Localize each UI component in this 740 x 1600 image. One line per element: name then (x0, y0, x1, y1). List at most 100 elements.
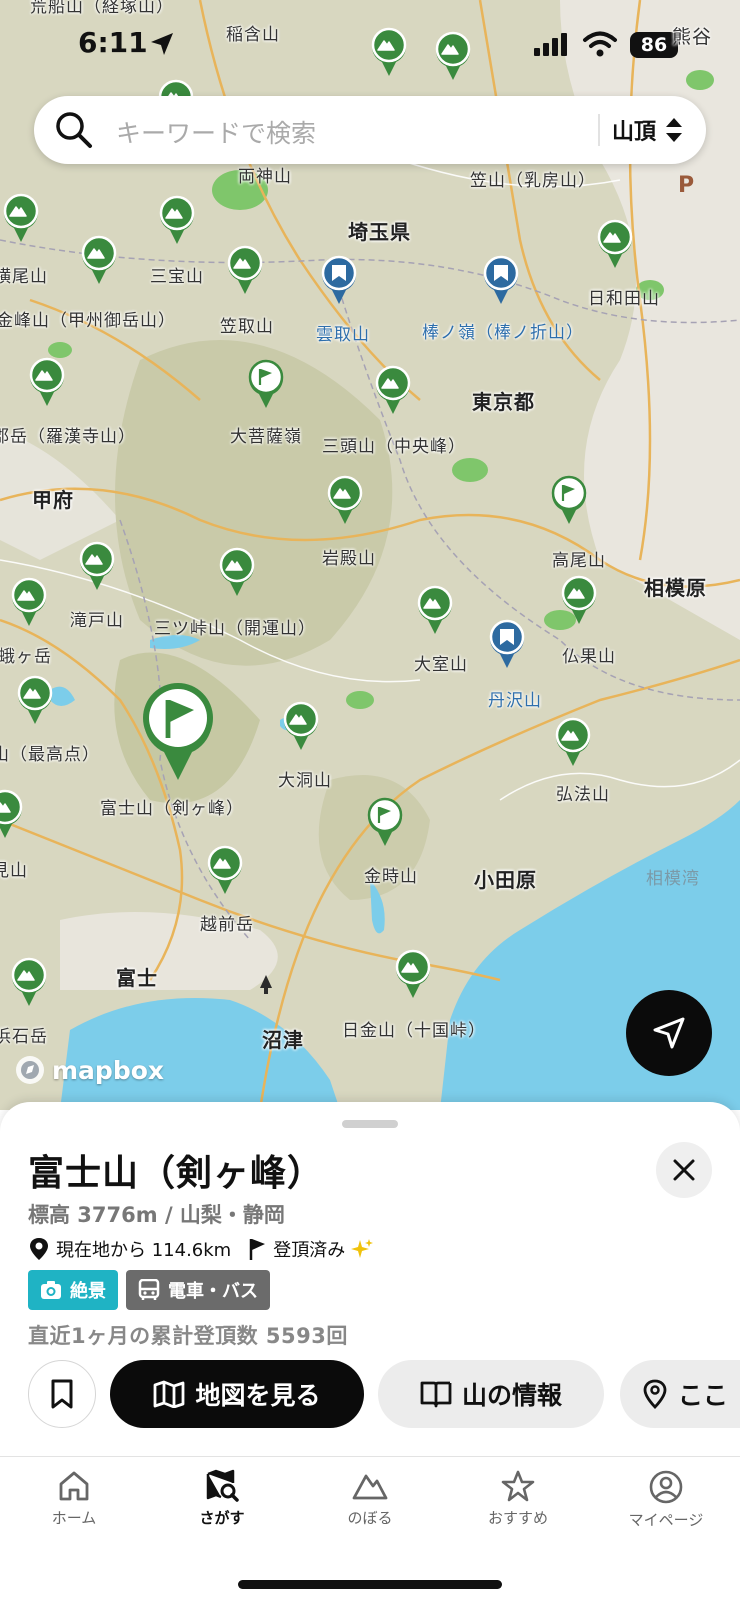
map-icon (154, 1380, 185, 1408)
mountain-pin[interactable] (156, 194, 198, 246)
map-label: 三頭山（中央峰） (322, 437, 466, 457)
mountain-pin[interactable] (552, 716, 594, 768)
search-filter-select[interactable]: 山頂 (612, 114, 656, 146)
bookmark-pin[interactable] (480, 254, 522, 306)
map-label: 浜石岳 (0, 1027, 48, 1047)
summited-flag-pin[interactable] (548, 474, 590, 526)
bookmark-icon (483, 255, 519, 304)
map-label: 大菩薩嶺 (230, 427, 302, 447)
close-button[interactable] (656, 1142, 712, 1198)
mountain-pin[interactable] (392, 948, 434, 1000)
flag-icon (367, 797, 403, 846)
selected-summit-pin[interactable] (136, 680, 220, 784)
summited-flag-pin[interactable] (245, 358, 287, 410)
svg-text:P: P (678, 173, 694, 198)
search-bar[interactable]: キーワードで検索 山頂 (34, 96, 706, 164)
monthly-summit-count: 直近1ヶ月の累計登頂数 5593回 (28, 1324, 348, 1348)
tag-transit: 電車・バス (126, 1270, 270, 1310)
map-label-prefecture: 東京都 (472, 390, 535, 414)
distance-text: 現在地から 114.6km (56, 1240, 232, 1261)
sheet-drag-handle[interactable] (342, 1120, 398, 1128)
mountain-pin[interactable] (204, 844, 246, 896)
bookmark-icon (51, 1379, 73, 1409)
map-pin-icon (30, 1238, 48, 1260)
here-label: ここ (678, 1381, 729, 1410)
flag-icon (143, 683, 213, 780)
map-label: 岩殿山 (322, 549, 376, 569)
mountain-pin[interactable] (324, 474, 366, 526)
mountain-pin[interactable] (0, 788, 26, 840)
mountain-icon (81, 235, 117, 284)
mountain-pin[interactable] (224, 244, 266, 296)
mountain-pin[interactable] (594, 218, 636, 270)
tab-mypage[interactable]: マイページ (592, 1469, 740, 1530)
status-time: 6:11 (78, 26, 148, 59)
current-location-button[interactable] (626, 990, 712, 1076)
location-arrow-icon (151, 33, 173, 55)
mountain-pin[interactable] (8, 956, 50, 1008)
tab-home[interactable]: ホーム (0, 1469, 148, 1528)
map-label: 三宝山 (150, 267, 204, 287)
summited-flag-pin[interactable] (364, 796, 406, 848)
map-label-city: 相模原 (644, 576, 707, 600)
mountain-pin[interactable] (26, 356, 68, 408)
mountain-pin[interactable] (280, 700, 322, 752)
map-label: 荒船山（経塚山） (30, 0, 174, 17)
tab-label: おすすめ (487, 1509, 548, 1527)
signal-icon (534, 33, 567, 56)
location-pin-icon (643, 1379, 667, 1409)
bookmark-pin[interactable] (486, 618, 528, 670)
mountain-detail-sheet[interactable]: 富士山（剣ヶ峰） 標高 3776m / 山梨・静岡 現在地から 114.6km … (0, 1102, 740, 1458)
mountain-pin[interactable] (414, 584, 456, 636)
map-label: 熊谷 (672, 26, 713, 48)
map-label: 笠取山 (220, 317, 274, 337)
tab-bar: ホーム さがす のぼる おすすめ マイページ (0, 1456, 740, 1600)
tab-label: マイページ (628, 1511, 704, 1529)
tab-label: のぼる (347, 1509, 393, 1527)
map-label: 日金山（十国峠） (342, 1021, 486, 1041)
mountain-icon (417, 585, 453, 634)
search-input[interactable]: キーワードで検索 (116, 114, 316, 150)
mountain-icon (159, 195, 195, 244)
map-label-sea: 相模湾 (646, 869, 700, 889)
here-button[interactable]: ここ (620, 1360, 740, 1428)
mountain-pin[interactable] (558, 574, 600, 626)
bookmark-pin[interactable] (318, 254, 360, 306)
elevation-text: 標高 3776m / 山梨・静岡 (28, 1203, 285, 1227)
mountain-pin[interactable] (14, 674, 56, 726)
map-label: 滝戸山 (70, 611, 124, 631)
mountain-pin[interactable] (372, 364, 414, 416)
action-row: 地図を見る 山の情報 ここ (28, 1360, 740, 1428)
mapbox-logo-icon (16, 1056, 44, 1084)
map-label: 両神山 (238, 167, 292, 187)
book-icon (420, 1381, 452, 1408)
mountain-icon (11, 577, 47, 626)
tab-recommend[interactable]: おすすめ (444, 1469, 592, 1528)
mountain-icon (0, 789, 23, 838)
mountain-icon (352, 1474, 388, 1500)
home-indicator (238, 1580, 502, 1589)
tab-climb[interactable]: のぼる (296, 1469, 444, 1528)
mapbox-attribution[interactable]: mapbox (14, 1052, 164, 1088)
mountain-pin[interactable] (0, 192, 42, 244)
map-label-city: 甲府 (32, 488, 74, 512)
view-map-button[interactable]: 地図を見る (110, 1360, 364, 1428)
chevron-updown-icon[interactable] (664, 116, 684, 144)
mountain-info-button[interactable]: 山の情報 (378, 1360, 604, 1428)
mountain-pin[interactable] (8, 576, 50, 628)
mountain-icon (11, 957, 47, 1006)
map-label: 日和田山 (588, 289, 660, 309)
mountain-pin[interactable] (78, 234, 120, 286)
search-divider (598, 114, 600, 146)
tab-label: さがす (199, 1509, 245, 1527)
map-view[interactable]: P 荒船山（経塚山） 稲含山 両神山 笠山（乳房山） 埼玉県 横尾山 三宝山 日… (0, 0, 740, 1110)
mountain-pin[interactable] (76, 540, 118, 592)
map-label: 見山 (0, 861, 28, 881)
map-label: 大洞山 (278, 771, 332, 791)
bookmark-button[interactable] (28, 1360, 96, 1428)
mountain-pin[interactable] (216, 546, 258, 598)
mountain-icon (283, 701, 319, 750)
tab-label: ホーム (51, 1509, 97, 1527)
tab-search[interactable]: さがす (148, 1469, 296, 1528)
mountain-icon (327, 475, 363, 524)
